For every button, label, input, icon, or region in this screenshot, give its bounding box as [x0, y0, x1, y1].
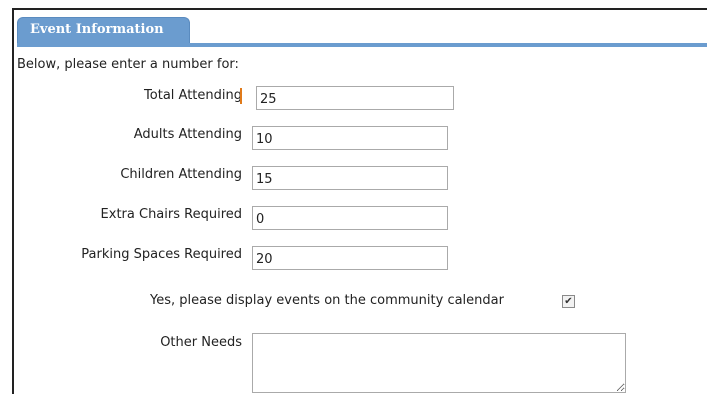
- panel-border-top: [12, 8, 707, 10]
- other-needs-textarea[interactable]: [252, 333, 626, 393]
- extra-chairs-label: Extra Chairs Required: [100, 207, 242, 222]
- parking-spaces-label: Parking Spaces Required: [81, 247, 242, 262]
- tab-underline: [17, 43, 707, 47]
- parking-spaces-input[interactable]: [252, 246, 448, 270]
- other-needs-label: Other Needs: [160, 335, 242, 350]
- children-attending-input[interactable]: [252, 166, 448, 190]
- adults-attending-input[interactable]: [252, 126, 448, 150]
- total-attending-input[interactable]: [256, 86, 454, 110]
- community-calendar-checkbox[interactable]: ✔: [562, 295, 575, 308]
- panel-border-left: [12, 8, 14, 394]
- form-intro-text: Below, please enter a number for:: [17, 57, 239, 72]
- tab-label: Event Information: [30, 22, 164, 37]
- adults-attending-label: Adults Attending: [133, 127, 242, 142]
- extra-chairs-input[interactable]: [252, 206, 448, 230]
- children-attending-label: Children Attending: [120, 167, 242, 182]
- required-field-marker: [240, 88, 242, 104]
- community-calendar-label: Yes, please display events on the commun…: [150, 293, 504, 308]
- checkmark-icon: ✔: [564, 296, 573, 307]
- tab-event-information[interactable]: Event Information: [17, 17, 190, 44]
- total-attending-label: Total Attending: [144, 88, 242, 103]
